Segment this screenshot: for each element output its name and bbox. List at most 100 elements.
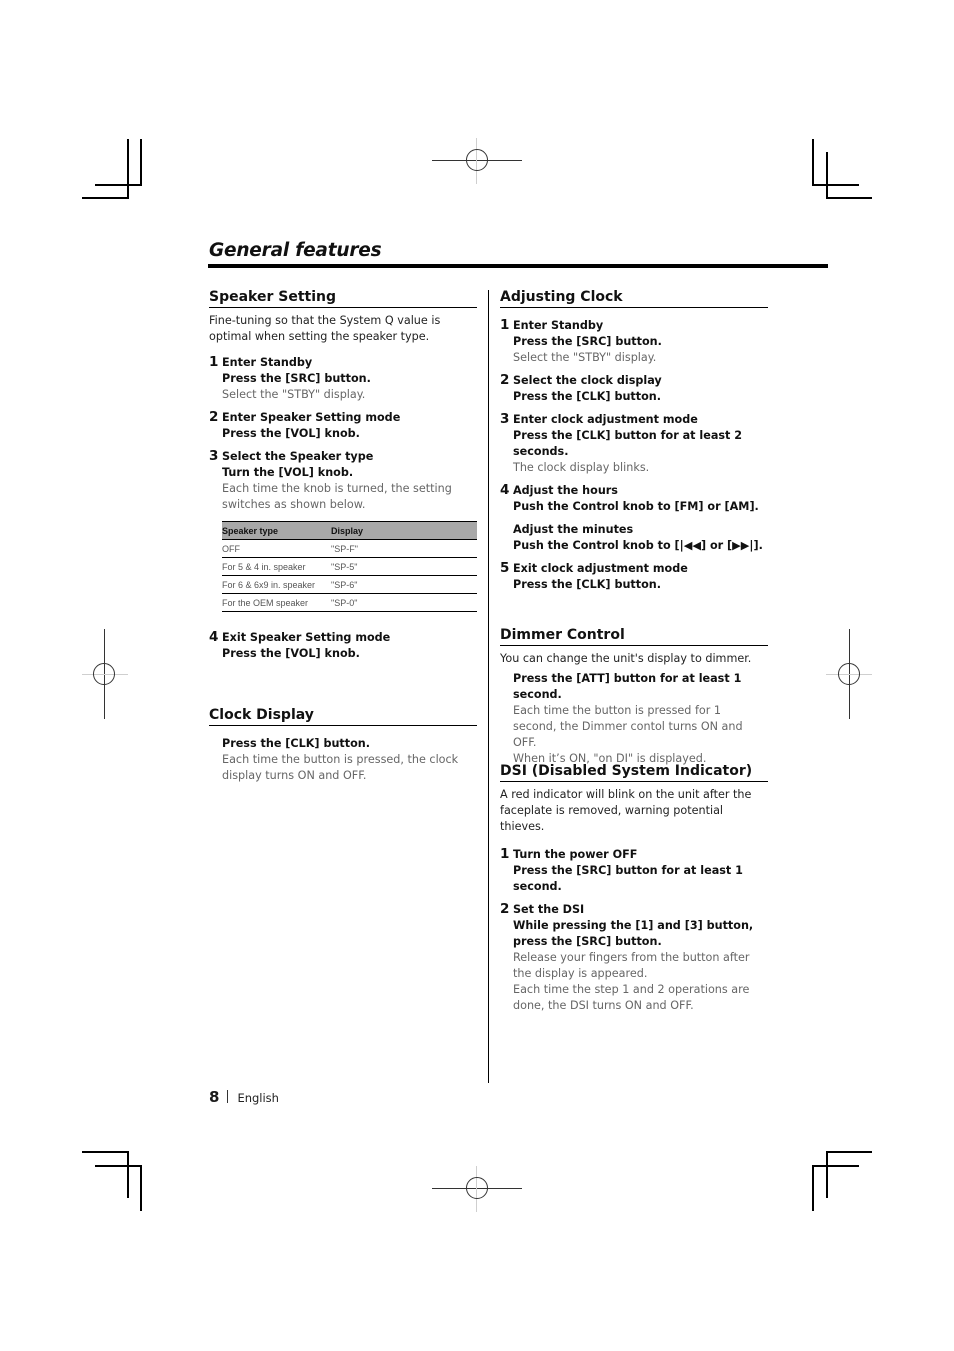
step-number: 4 — [209, 629, 219, 645]
crop-mark — [82, 1151, 128, 1153]
step-number: 5 — [500, 560, 510, 576]
step: 3 Enter clock adjustment mode Press the … — [500, 411, 768, 476]
step: 4 Exit Speaker Setting mode Press the [V… — [209, 629, 477, 662]
section-intro: A red indicator will blink on the unit a… — [500, 788, 752, 833]
step-action: Press the [SRC] button. — [222, 372, 371, 385]
table-row: OFF "SP-F" — [222, 539, 477, 558]
table-cell: "SP-F" — [331, 539, 477, 558]
step-note: The clock display blinks. — [513, 461, 650, 474]
step-action: Press the [SRC] button. — [513, 335, 662, 348]
step-number: 3 — [500, 411, 510, 427]
step-action: Press the [ATT] button for at least 1 se… — [513, 672, 742, 701]
step-action: Press the [CLK] button. — [513, 390, 662, 403]
column-header: Speaker type — [222, 521, 331, 540]
step-title: Adjust the hours — [513, 484, 618, 497]
title-rule — [208, 264, 828, 268]
step: 2 Set the DSI While pressing the [1] and… — [500, 901, 768, 1014]
instruction-block: Press the [CLK] button. Each time the bu… — [209, 736, 477, 784]
step-number: 1 — [500, 846, 510, 862]
table-cell: "SP-0" — [331, 593, 477, 612]
section-heading: Adjusting Clock — [500, 288, 768, 308]
step: 2 Enter Speaker Setting mode Press the [… — [209, 409, 477, 442]
clock-display-column: Clock Display Press the [CLK] button. Ea… — [209, 706, 477, 791]
step-title: Turn the power OFF — [513, 848, 638, 861]
table-cell: OFF — [222, 539, 331, 558]
step-action: Press the [CLK] button. — [513, 578, 662, 591]
table-row: For 6 & 6x9 in. speaker "SP-6" — [222, 575, 477, 594]
dsi-column: DSI (Disabled System Indicator) A red in… — [500, 762, 768, 1021]
crop-mark — [812, 1165, 814, 1211]
column-header: Display — [331, 521, 477, 540]
section-intro: Fine-tuning so that the System Q value i… — [209, 314, 441, 343]
footer-separator — [227, 1090, 229, 1103]
crop-mark — [826, 1151, 872, 1153]
table-row: For 5 & 4 in. speaker "SP-5" — [222, 557, 477, 576]
language-label: English — [237, 1091, 279, 1105]
step-title: Enter Speaker Setting mode — [222, 411, 401, 424]
column-divider — [488, 290, 489, 1083]
page-title: General features — [209, 240, 382, 261]
step: 1 Enter Standby Press the [SRC] button. … — [500, 317, 768, 366]
step-action: While pressing the [1] and [3] button, p… — [513, 919, 754, 948]
step-note: Each time the button is pressed, the clo… — [222, 753, 459, 782]
step-action: Press the [SRC] button for at least 1 se… — [513, 864, 743, 893]
crop-mark — [127, 139, 129, 199]
crop-mark — [82, 197, 128, 199]
crop-mark — [95, 184, 141, 186]
clock-display-section: Clock Display Press the [CLK] button. Ea… — [209, 706, 477, 784]
page-footer: 8 English — [209, 1088, 279, 1106]
section-intro: You can change the unit's display to dim… — [500, 652, 752, 665]
step-action: Press the [CLK] button. — [222, 737, 371, 750]
step-number: 3 — [209, 448, 219, 464]
crop-mark — [140, 139, 142, 186]
step-action: Press the [CLK] button for at least 2 se… — [513, 429, 743, 458]
step: 3 Select the Speaker type Turn the [VOL]… — [209, 448, 477, 513]
step-number: 2 — [209, 409, 219, 425]
step-number: 4 — [500, 482, 510, 498]
step-action: Push the Control knob to [FM] or [AM]. — [513, 500, 759, 513]
step-number: 1 — [209, 354, 219, 370]
step-title: Exit Speaker Setting mode — [222, 631, 391, 644]
step-number: 2 — [500, 372, 510, 388]
step-title: Enter clock adjustment mode — [513, 413, 698, 426]
right-column: Adjusting Clock 1 Enter Standby Press th… — [500, 288, 768, 600]
step: 1 Enter Standby Press the [SRC] button. … — [209, 354, 477, 403]
step-action: Push the Control knob to [|◀◀] or [▶▶|]. — [513, 539, 763, 552]
crop-mark — [812, 184, 859, 186]
step: 1 Turn the power OFF Press the [SRC] but… — [500, 846, 768, 895]
step-action: Turn the [VOL] knob. — [222, 466, 354, 479]
step: 4 Adjust the hours Push the Control knob… — [500, 482, 768, 515]
section-heading: Dimmer Control — [500, 626, 768, 646]
speaker-type-table: Speaker type Display OFF "SP-F" For 5 & … — [222, 521, 477, 612]
left-column: Speaker Setting Fine-tuning so that the … — [209, 288, 477, 669]
step-title: Select the Speaker type — [222, 450, 374, 463]
step-title: Set the DSI — [513, 903, 585, 916]
page-number: 8 — [209, 1088, 220, 1106]
crop-mark — [127, 1151, 129, 1198]
step-number: 1 — [500, 317, 510, 333]
table-row: For the OEM speaker "SP-0" — [222, 593, 477, 612]
step-note: Each time the knob is turned, the settin… — [222, 482, 452, 511]
step-title: Enter Standby — [513, 319, 604, 332]
instruction-block: Press the [ATT] button for at least 1 se… — [500, 671, 768, 767]
dimmer-column: Dimmer Control You can change the unit's… — [500, 626, 768, 774]
step-action: Press the [VOL] knob. — [222, 427, 360, 440]
step-note: Select the "STBY" display. — [513, 351, 657, 364]
step-note: Select the "STBY" display. — [222, 388, 366, 401]
table-header-row: Speaker type Display — [222, 521, 477, 540]
section-heading: Speaker Setting — [209, 288, 477, 308]
minutes-substep: Adjust the minutes Push the Control knob… — [500, 522, 768, 554]
speaker-setting-section: Speaker Setting Fine-tuning so that the … — [209, 288, 477, 662]
crop-mark — [812, 139, 814, 186]
crop-mark — [140, 1165, 142, 1211]
step: 5 Exit clock adjustment mode Press the [… — [500, 560, 768, 593]
step-title: Enter Standby — [222, 356, 313, 369]
crop-mark — [826, 152, 828, 199]
crop-mark — [826, 1151, 828, 1198]
step: 2 Select the clock display Press the [CL… — [500, 372, 768, 405]
table-cell: For 5 & 4 in. speaker — [222, 557, 331, 576]
crop-mark — [812, 1165, 859, 1167]
step-note: Each time the step 1 and 2 operations ar… — [513, 983, 750, 1012]
dimmer-control-section: Dimmer Control You can change the unit's… — [500, 626, 768, 767]
table-cell: "SP-5" — [331, 557, 477, 576]
